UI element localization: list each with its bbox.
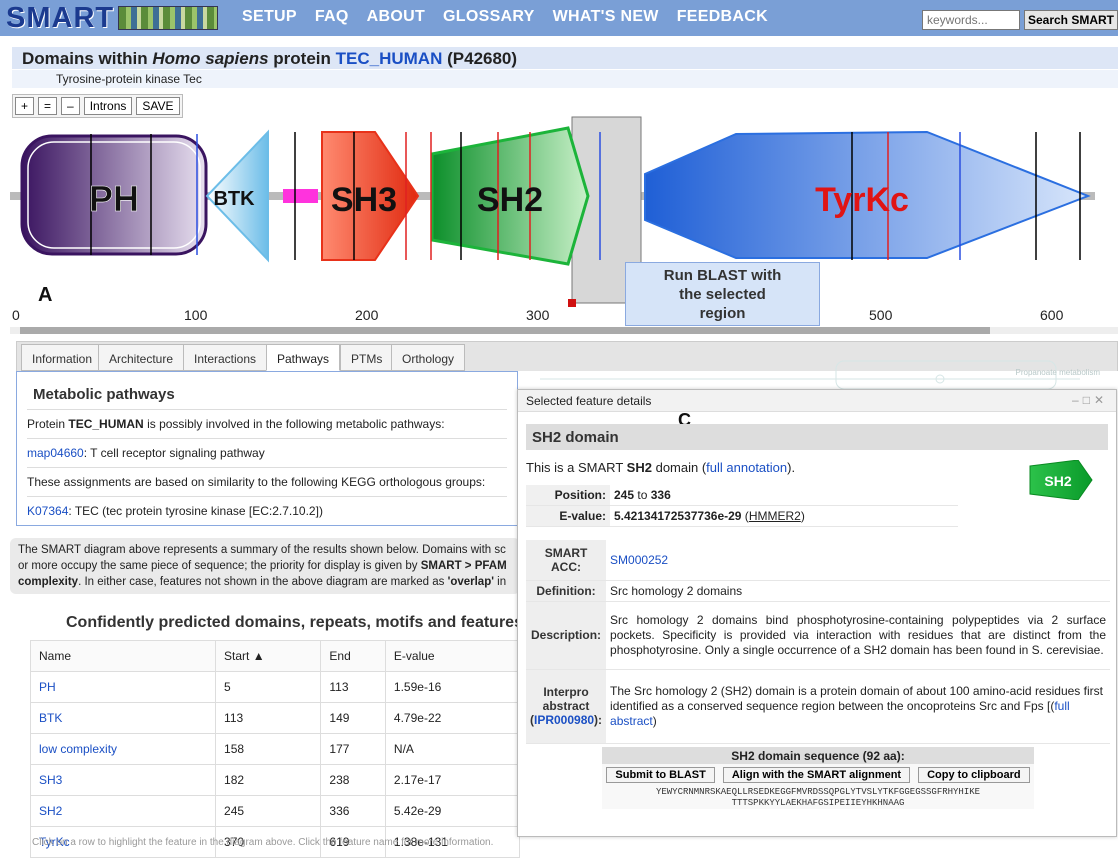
tick-600: 600 xyxy=(1040,307,1064,323)
nav-whats-new[interactable]: WHAT'S NEW xyxy=(553,8,659,26)
dialog-window-controls: –□✕ xyxy=(1072,393,1108,407)
table-footnote: Click on a row to highlight the feature … xyxy=(32,837,494,848)
col-end[interactable]: End xyxy=(320,640,386,672)
dialog-header-text: Selected feature details xyxy=(526,394,652,408)
top-navigation-bar: SMART SETUP FAQ ABOUT GLOSSARY WHAT'S NE… xyxy=(0,0,1118,36)
nav-faq[interactable]: FAQ xyxy=(315,8,349,26)
nav-glossary[interactable]: GLOSSARY xyxy=(443,8,535,26)
summary-note: The SMART diagram above represents a sum… xyxy=(10,538,520,594)
domain-link[interactable]: BTK xyxy=(39,711,62,725)
annotation-a: A xyxy=(38,284,53,306)
summary-line-1: The SMART diagram above represents a sum… xyxy=(18,544,506,556)
dialog-title: SH2 domain xyxy=(526,424,1108,450)
nav-about[interactable]: ABOUT xyxy=(367,8,425,26)
map04660-link[interactable]: map04660 xyxy=(27,446,84,460)
k07364-link[interactable]: K07364 xyxy=(27,504,68,518)
feature-details-dialog[interactable]: Selected feature details –□✕ C SH2 domai… xyxy=(517,389,1117,837)
domains-table: Name Start ▲ End E-value PH 5 113 1.59e-16 … xyxy=(29,640,521,858)
table-row[interactable]: BTK 113 149 4.79e-22 xyxy=(29,702,521,734)
pathways-intro: Protein TEC_HUMAN is possibly involved i… xyxy=(27,417,445,431)
blast-line-3: region xyxy=(699,305,746,322)
smart-logo[interactable]: SMART xyxy=(6,1,226,34)
sh2-badge-icon: SH2 xyxy=(1029,460,1093,500)
run-blast-tooltip[interactable]: Run BLAST with the selected region xyxy=(625,262,820,326)
pathways-heading: Metabolic pathways xyxy=(33,386,175,403)
propanoate-label: Propanoate metabolism xyxy=(1016,368,1101,377)
low-complexity-region[interactable] xyxy=(283,189,318,203)
title-species: Homo sapiens xyxy=(152,49,269,68)
label-btk: BTK xyxy=(213,188,255,210)
close-icon[interactable]: ✕ xyxy=(1094,393,1108,407)
col-evalue[interactable]: E-value xyxy=(384,640,521,672)
interpro-link[interactable]: IPR000980 xyxy=(534,713,594,727)
label-sh2: SH2 xyxy=(477,181,543,219)
dialog-header[interactable]: Selected feature details –□✕ xyxy=(518,390,1116,412)
label-ph: PH xyxy=(89,178,139,219)
tab-pathways[interactable]: Pathways xyxy=(266,344,341,371)
label-tyrkc: TyrKc xyxy=(815,181,909,219)
submit-to-blast-button[interactable]: Submit to BLAST xyxy=(606,767,715,783)
tick-200: 200 xyxy=(355,307,379,323)
table-row[interactable]: SH2 245 336 5.42e-29 xyxy=(29,795,521,827)
nav-setup[interactable]: SETUP xyxy=(242,8,297,26)
ruler: 0 100 200 300 500 600 xyxy=(12,307,1064,323)
main-nav: SETUP FAQ ABOUT GLOSSARY WHAT'S NEW FEED… xyxy=(242,8,768,26)
label-sh3: SH3 xyxy=(331,181,397,219)
kegg-note: These assignments are based on similarit… xyxy=(27,475,486,489)
tab-interactions[interactable]: Interactions xyxy=(183,344,268,371)
tab-orthology[interactable]: Orthology xyxy=(391,344,466,371)
diagram-scrollbar[interactable] xyxy=(20,327,990,334)
domain-info-table: SMART ACC: SM000252 Definition: Src homolo… xyxy=(526,540,1110,744)
domains-table-title: Confidently predicted domains, repeats, … xyxy=(66,614,529,631)
pathways-panel: Metabolic pathways Protein TEC_HUMAN is … xyxy=(16,371,518,526)
col-name[interactable]: Name xyxy=(29,640,217,672)
tick-0: 0 xyxy=(12,307,20,323)
accession: (P42680) xyxy=(447,49,518,68)
tick-100: 100 xyxy=(184,307,208,323)
protein-link[interactable]: TEC_HUMAN xyxy=(336,49,443,68)
domain-link[interactable]: low complexity xyxy=(39,742,117,756)
maximize-icon[interactable]: □ xyxy=(1083,393,1094,407)
table-row[interactable]: SH3 182 238 2.17e-17 xyxy=(29,764,521,796)
tab-ptms[interactable]: PTMs xyxy=(340,344,394,371)
domain-diagram[interactable]: PH BTK SH3 SH2 TyrKc 0 100 200 300 500 6… xyxy=(0,112,1118,332)
protein-subtitle: Tyrosine-protein kinase Tec xyxy=(12,70,1118,88)
logo-image xyxy=(118,6,219,30)
blast-line-2: the selected xyxy=(679,286,766,303)
sequence-title: SH2 domain sequence (92 aa): xyxy=(602,748,1034,764)
copy-clipboard-button[interactable]: Copy to clipboard xyxy=(918,767,1030,783)
align-smart-button[interactable]: Align with the SMART alignment xyxy=(722,767,911,783)
table-row[interactable]: PH 5 113 1.59e-16 xyxy=(29,671,521,703)
title-prefix: Domains within xyxy=(22,49,148,68)
table-row[interactable]: low complexity 158 177 N/A xyxy=(29,733,521,765)
domain-link[interactable]: SH2 xyxy=(39,804,62,818)
nav-feedback[interactable]: FEEDBACK xyxy=(677,8,768,26)
sequence-box: SH2 domain sequence (92 aa): Submit to B… xyxy=(602,747,1034,809)
position-table: Position: 245 to 336 E-value: 5.4213417253… xyxy=(526,485,958,527)
svg-text:SH2: SH2 xyxy=(1044,473,1071,489)
ko-item: K07364: TEC (tec protein tyrosine kinase… xyxy=(27,504,323,518)
logo-text: SMART xyxy=(6,1,115,34)
domain-link[interactable]: SH3 xyxy=(39,773,62,787)
tab-information[interactable]: Information xyxy=(21,344,104,371)
tick-500: 500 xyxy=(869,307,893,323)
title-middle: protein xyxy=(273,49,331,68)
col-start[interactable]: Start ▲ xyxy=(215,640,322,672)
dialog-intro: This is a SMART SH2 domain (full annotat… xyxy=(526,460,796,475)
domain-link[interactable]: PH xyxy=(39,680,56,694)
full-annotation-link[interactable]: full annotation xyxy=(706,460,787,475)
keyword-search-input[interactable] xyxy=(922,10,1020,30)
pathway-background-map: Propanoate metabolism xyxy=(540,360,1101,390)
tick-300: 300 xyxy=(526,307,550,323)
hmmer2-link[interactable]: HMMER2 xyxy=(749,509,801,523)
blast-line-1: Run BLAST with xyxy=(663,267,782,284)
smart-acc-link[interactable]: SM000252 xyxy=(610,553,668,567)
minimize-icon[interactable]: – xyxy=(1072,393,1083,407)
tab-architecture[interactable]: Architecture xyxy=(98,344,185,371)
pathway-item: map04660: T cell receptor signaling path… xyxy=(27,446,265,460)
page-title: Domains within Homo sapiens protein TEC_… xyxy=(12,47,1118,69)
selection-handle[interactable] xyxy=(568,299,576,307)
search-smart-button[interactable]: Search SMART xyxy=(1024,10,1118,30)
sequence-text: YEWYCRNMNRSKAEQLLRSEDKEGGFMVRDSSQPGLYTVS… xyxy=(655,787,981,808)
